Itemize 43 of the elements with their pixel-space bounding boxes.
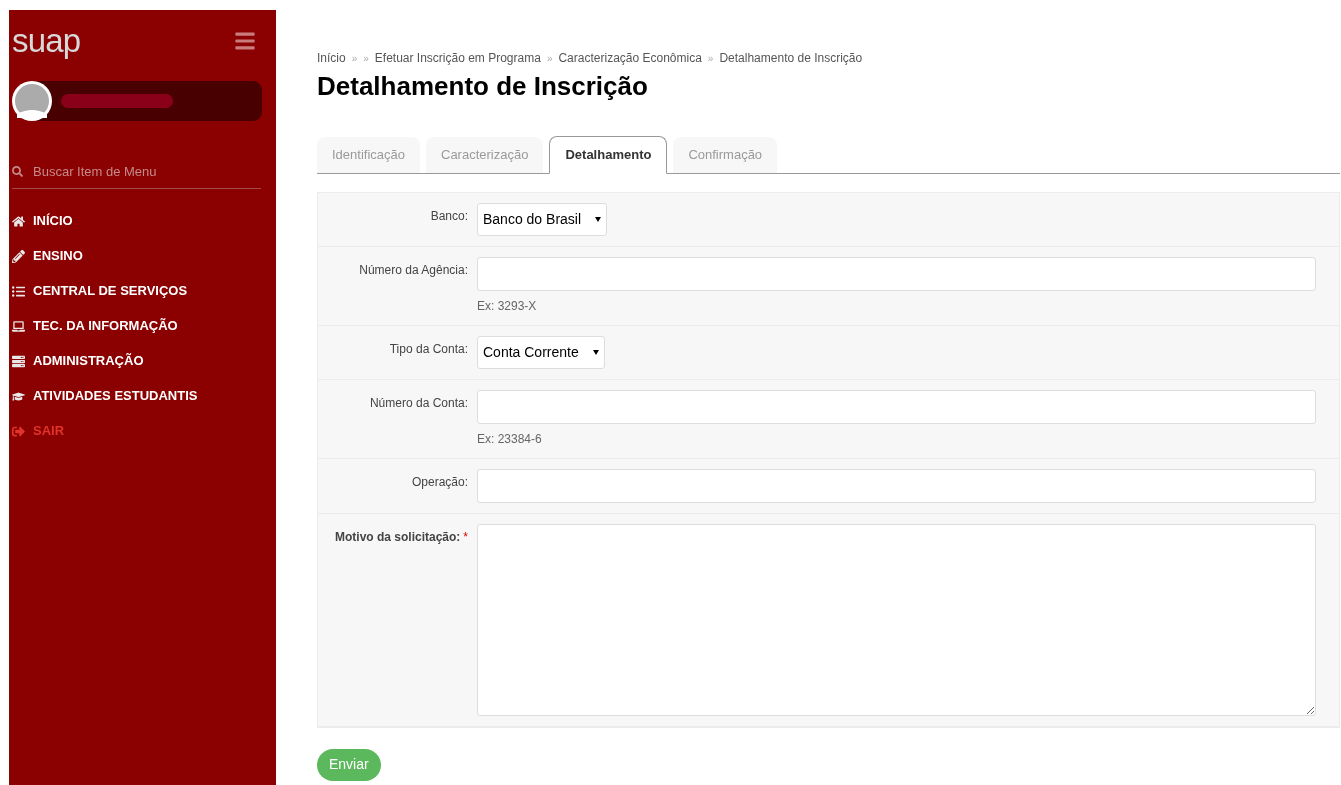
menu-item[interactable]: INÍCIO [9, 203, 276, 239]
breadcrumb-separator: » [351, 51, 358, 66]
tab[interactable]: Detalhamento [549, 135, 668, 174]
caret-icon [595, 216, 602, 222]
breadcrumb-separator: » [707, 51, 714, 66]
input-field[interactable] [477, 468, 1316, 503]
breadcrumb-link[interactable]: Início [317, 49, 346, 67]
input-field[interactable] [477, 389, 1316, 424]
select-field[interactable]: Conta Corrente [477, 335, 605, 369]
menu-item-icon [12, 284, 25, 298]
menu-item[interactable]: ADMINISTRAÇÃO [9, 343, 276, 379]
breadcrumb-separator: » [546, 51, 553, 66]
input-field[interactable] [477, 256, 1316, 291]
field-label: Tipo da Conta: [389, 341, 468, 356]
select-field[interactable]: Banco do Brasil [477, 202, 608, 236]
textarea-field[interactable] [477, 523, 1316, 716]
menu-item-icon [12, 214, 25, 228]
avatar[interactable] [11, 80, 53, 122]
field-label: Número da Agência: [359, 262, 468, 277]
breadcrumb-link[interactable]: Caracterização Econômica [558, 49, 702, 67]
menu-item-icon [12, 354, 25, 368]
required-mark: * [463, 529, 468, 544]
logo[interactable]: suap [12, 24, 81, 57]
menu-item[interactable]: TEC. DA INFORMAÇÃO [9, 308, 276, 344]
field-label: Operação: [411, 474, 468, 489]
field-label: Motivo da solicitação: [334, 529, 461, 544]
menu-item-icon [12, 249, 25, 263]
field-label: Banco: [430, 208, 468, 223]
help-text: Ex: 23384-6 [477, 430, 543, 448]
search-icon [12, 166, 23, 178]
caret-icon [592, 349, 599, 355]
menu-item-icon [12, 319, 25, 333]
menu-search-field[interactable]: Buscar Item de Menu [33, 162, 233, 182]
menu-item[interactable]: CENTRAL DE SERVIÇOS [9, 273, 276, 309]
menu-item[interactable]: ATIVIDADES ESTUDANTIS [9, 378, 276, 414]
menu-item-icon [12, 424, 25, 438]
menu-item[interactable]: ENSINO [9, 238, 276, 274]
breadcrumb-separator: » [363, 51, 369, 66]
page-title: Detalhamento de Inscrição [317, 70, 649, 103]
field-label: Número da Conta: [369, 395, 468, 410]
breadcrumb-link[interactable]: Efetuar Inscrição em Programa [374, 49, 541, 67]
help-text: Ex: 3293-X [477, 297, 538, 315]
breadcrumb-current: Detalhamento de Inscrição [719, 50, 863, 67]
